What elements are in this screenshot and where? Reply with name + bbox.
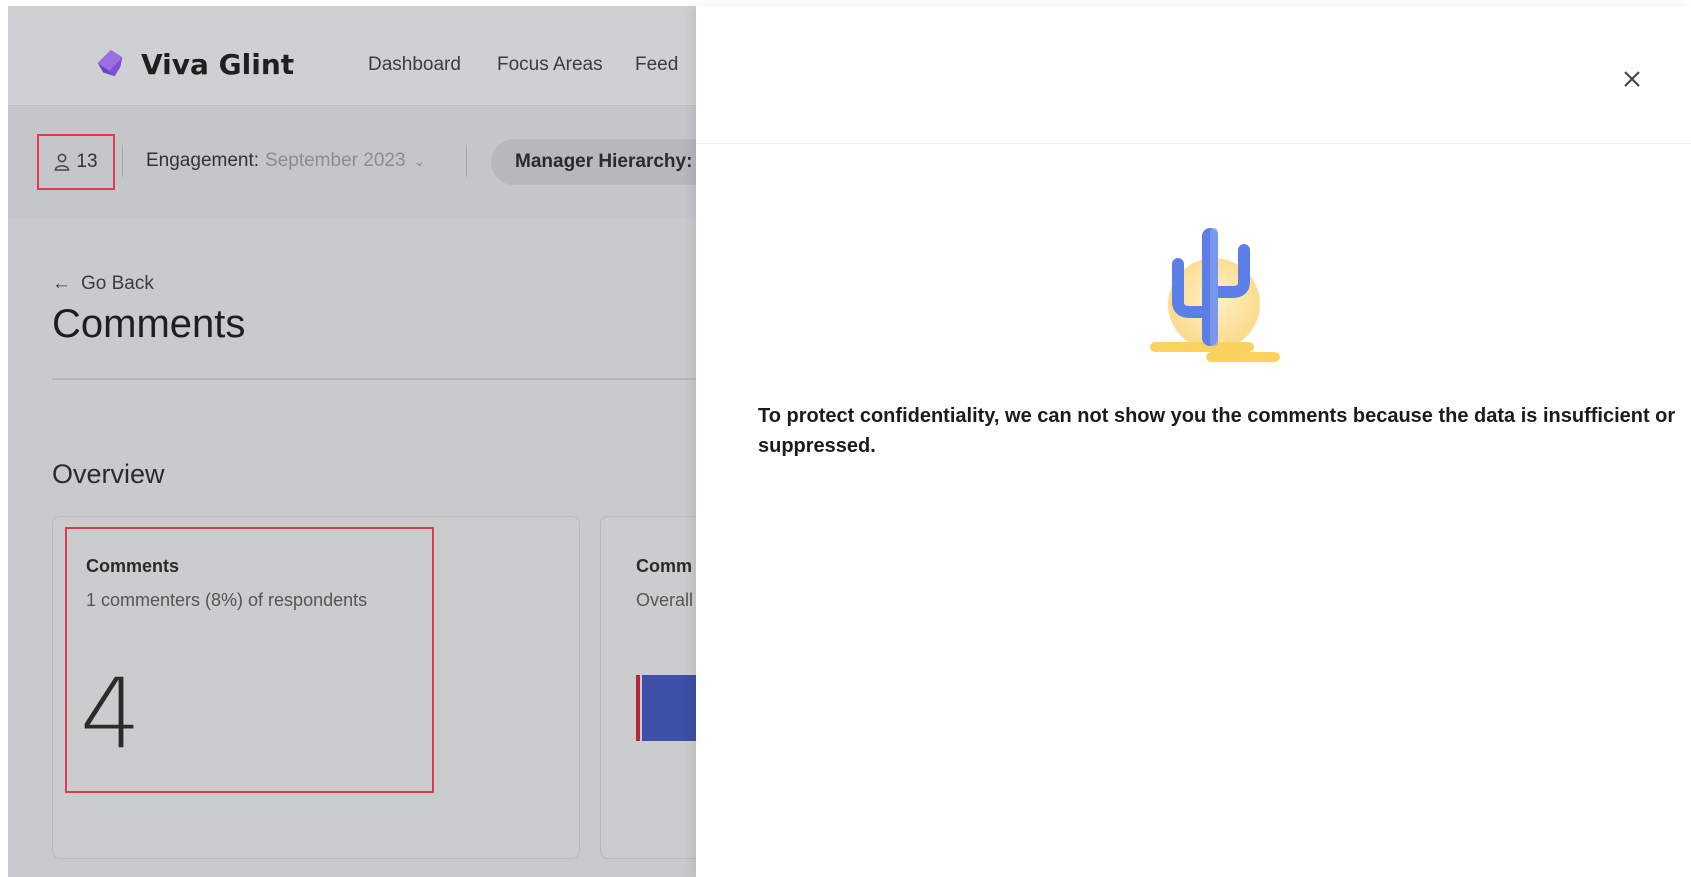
nav-feedback[interactable]: Feed bbox=[635, 54, 678, 76]
nav-dashboard[interactable]: Dashboard bbox=[368, 54, 461, 76]
engagement-filter[interactable]: Engagement: September 2023 ⌄ bbox=[146, 150, 425, 172]
engagement-value: September 2023 bbox=[265, 150, 406, 171]
chevron-right-icon: › bbox=[0, 662, 1, 685]
sentiment-bar-segment bbox=[636, 675, 640, 741]
filter-divider bbox=[122, 145, 123, 177]
card-title: Comm bbox=[636, 556, 693, 576]
person-icon bbox=[55, 153, 70, 171]
card-subtitle: Overall bbox=[636, 590, 694, 610]
cactus-illustration bbox=[1150, 228, 1280, 362]
go-back-link[interactable]: ← Go Back bbox=[52, 273, 154, 295]
respondent-count-pill[interactable]: 13 bbox=[37, 134, 115, 190]
panel-header bbox=[696, 6, 1691, 144]
manager-hierarchy-filter[interactable]: Manager Hierarchy: bbox=[491, 139, 731, 185]
title-divider bbox=[52, 378, 712, 380]
nav-focus-areas[interactable]: Focus Areas bbox=[497, 54, 603, 76]
sentiment-bar-segment bbox=[642, 675, 702, 741]
close-icon bbox=[1624, 71, 1640, 87]
brand-name: Viva Glint bbox=[141, 48, 295, 81]
engagement-label: Engagement: bbox=[146, 150, 260, 171]
overview-heading: Overview bbox=[52, 459, 165, 489]
chevron-down-icon: ⌄ bbox=[413, 153, 426, 169]
go-back-label: Go Back bbox=[81, 273, 154, 294]
viva-glint-logo-icon bbox=[97, 49, 123, 77]
close-button[interactable] bbox=[1617, 64, 1647, 94]
page-title: Comments bbox=[52, 302, 246, 346]
respondent-count: 13 bbox=[76, 151, 98, 172]
comments-count-value: 4 bbox=[80, 658, 142, 770]
arrow-left-icon: ← bbox=[52, 273, 71, 294]
card-title: Comments bbox=[86, 556, 180, 576]
filter-divider bbox=[466, 145, 467, 177]
comments-side-panel: To protect confidentiality, we can not s… bbox=[696, 6, 1691, 877]
chevron-right-icon: › bbox=[0, 150, 1, 173]
confidentiality-message: To protect confidentiality, we can not s… bbox=[758, 405, 1676, 457]
card-subtitle: 1 commenters (8%) of respondents bbox=[86, 590, 368, 610]
top-navigation-bar: Viva Glint Dashboard Focus Areas Feed bbox=[8, 6, 708, 106]
